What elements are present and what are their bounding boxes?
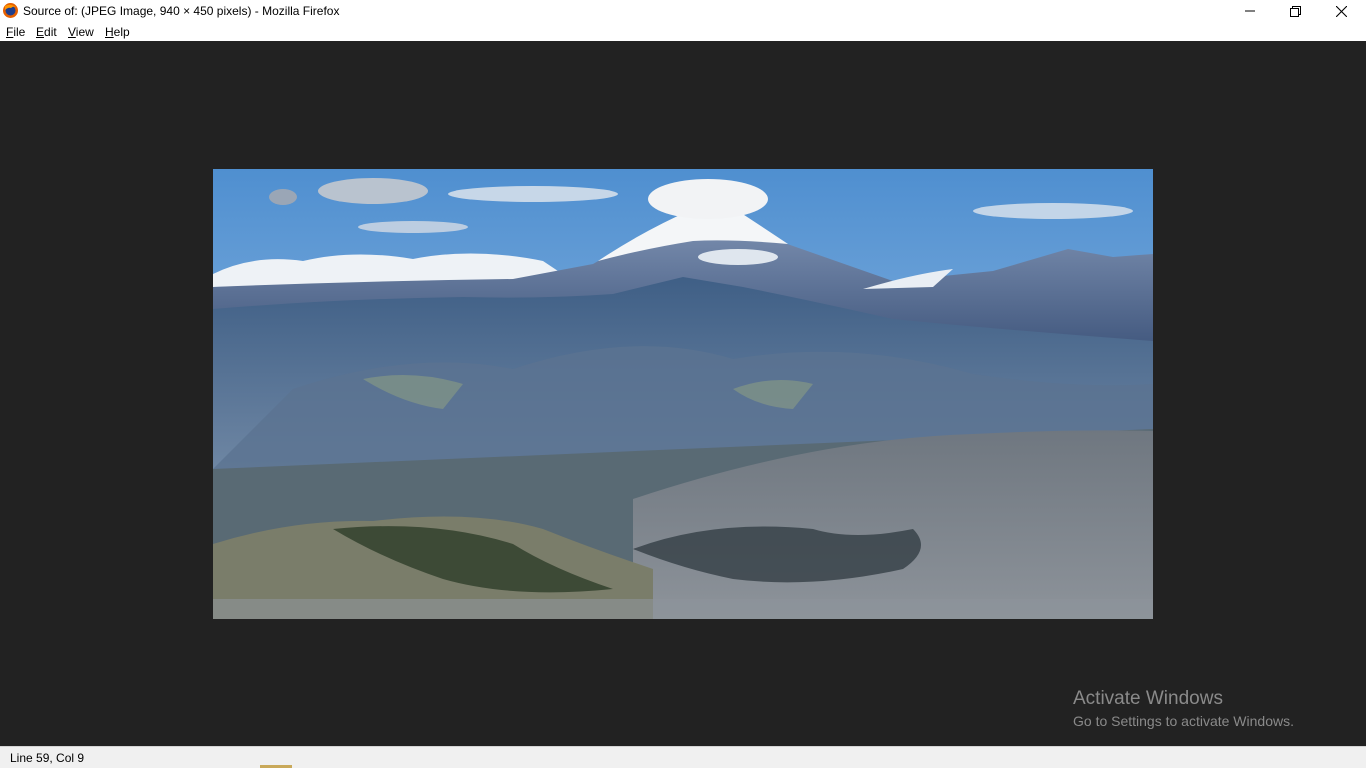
minimize-icon xyxy=(1245,6,1255,16)
close-button[interactable] xyxy=(1318,0,1364,22)
status-bar: Line 59, Col 9 xyxy=(0,746,1366,768)
menu-view-accel: V xyxy=(68,25,76,39)
activate-windows-watermark: Activate Windows Go to Settings to activ… xyxy=(1073,688,1294,729)
menu-help-label: elp xyxy=(113,25,130,39)
window-title: Source of: (JPEG Image, 940 × 450 pixels… xyxy=(23,4,340,18)
restore-button[interactable] xyxy=(1272,0,1318,22)
menu-help-accel: H xyxy=(105,25,114,39)
watermark-title: Activate Windows xyxy=(1073,688,1223,709)
image-viewer: Activate Windows Go to Settings to activ… xyxy=(0,41,1366,746)
minimize-button[interactable] xyxy=(1227,0,1273,22)
menu-bar: File Edit View Help xyxy=(0,22,1366,41)
menu-edit[interactable]: Edit xyxy=(36,25,57,39)
menu-view-label: iew xyxy=(75,25,94,39)
displayed-image[interactable] xyxy=(213,169,1153,619)
restore-icon xyxy=(1289,5,1301,17)
close-icon xyxy=(1335,5,1347,17)
menu-file-label: ile xyxy=(13,25,26,39)
menu-help[interactable]: Help xyxy=(105,25,130,39)
title-bar: Source of: (JPEG Image, 940 × 450 pixels… xyxy=(0,0,1366,22)
menu-view[interactable]: View xyxy=(68,25,94,39)
firefox-icon xyxy=(2,2,19,19)
menu-edit-accel: E xyxy=(36,25,45,39)
menu-file[interactable]: File xyxy=(6,25,25,39)
cursor-position: Line 59, Col 9 xyxy=(10,751,85,765)
watermark-subtitle: Go to Settings to activate Windows. xyxy=(1073,713,1294,729)
menu-edit-label: dit xyxy=(44,25,57,39)
